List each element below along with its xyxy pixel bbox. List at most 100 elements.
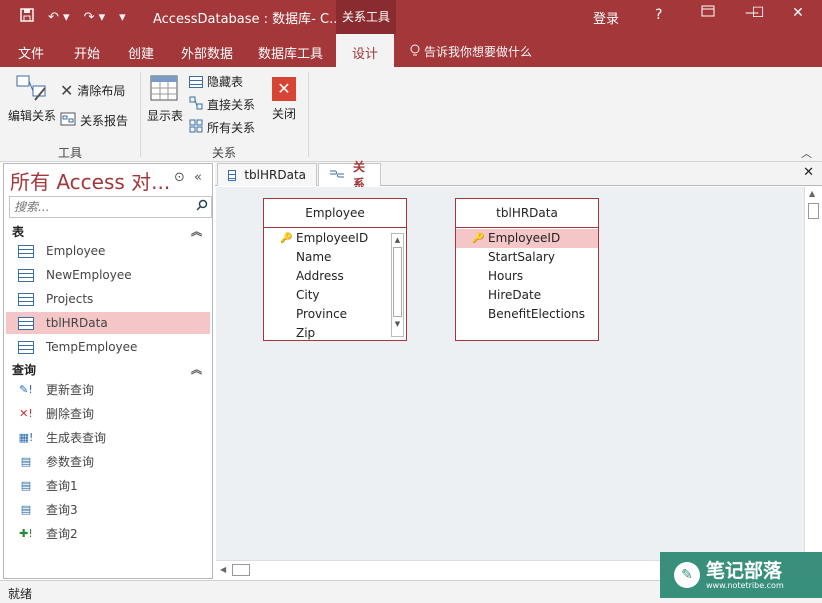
queries-section-header[interactable]: 查询 ︽ bbox=[12, 361, 208, 378]
nav-item-tempemployee[interactable]: TempEmployee bbox=[6, 336, 210, 358]
nav-item-query1[interactable]: ▤ 查询1 bbox=[6, 474, 210, 496]
field-row[interactable]: Name bbox=[264, 248, 406, 267]
field-row[interactable]: City bbox=[264, 286, 406, 305]
field-row[interactable]: Zip bbox=[264, 324, 406, 343]
doc-tab-tblhrdata[interactable]: tblHRData bbox=[217, 163, 317, 186]
nav-item-label: 查询3 bbox=[46, 502, 78, 517]
queries-header-label: 查询 bbox=[12, 363, 37, 377]
field-list-employee[interactable]: Employee 🔑 EmployeeID Name Address City P… bbox=[263, 198, 407, 341]
tell-me-search[interactable]: 告诉我你想要做什么 bbox=[410, 43, 532, 60]
field-name: City bbox=[296, 288, 320, 302]
field-row[interactable]: Province bbox=[264, 305, 406, 324]
nav-item-update-query[interactable]: ✎! 更新查询 bbox=[6, 378, 210, 400]
login-link[interactable]: 登录 bbox=[593, 8, 619, 27]
field-row[interactable]: Hours bbox=[456, 267, 598, 286]
scroll-thumb[interactable] bbox=[232, 564, 250, 576]
hide-table-button[interactable]: 隐藏表 bbox=[189, 73, 243, 90]
field-row[interactable]: 🔑 EmployeeID bbox=[264, 229, 406, 248]
ribbon-tabs: 文件 开始 创建 外部数据 数据库工具 设计 告诉我你想要做什么 bbox=[0, 34, 822, 67]
field-name: Name bbox=[296, 250, 332, 264]
close-relationships-button[interactable]: ✕ 关闭 bbox=[268, 77, 300, 122]
nav-item-projects[interactable]: Projects bbox=[6, 288, 210, 310]
key-icon: 🔑 bbox=[472, 233, 485, 244]
tab-home[interactable]: 开始 bbox=[74, 43, 100, 62]
tab-external-data[interactable]: 外部数据 bbox=[181, 43, 233, 62]
field-list-title[interactable]: Employee bbox=[264, 199, 406, 228]
undo-icon[interactable]: ↶ ▾ bbox=[48, 10, 70, 25]
doc-tab-relationships[interactable]: 关系 bbox=[318, 160, 381, 191]
nav-item-parameter-query[interactable]: ▤ 参数查询 bbox=[6, 450, 210, 472]
canvas-vertical-scrollbar[interactable]: ▲ bbox=[804, 187, 821, 560]
field-row[interactable]: 🔑 EmployeeID bbox=[456, 229, 598, 248]
nav-item-employee[interactable]: Employee bbox=[6, 240, 210, 262]
ribbon-display-icon[interactable] bbox=[698, 5, 718, 21]
nav-item-newemployee[interactable]: NewEmployee bbox=[6, 264, 210, 286]
customize-qat-icon[interactable]: ▾ bbox=[119, 10, 126, 25]
help-icon[interactable]: ? bbox=[655, 7, 662, 23]
scroll-thumb[interactable] bbox=[393, 247, 402, 317]
select-query-icon: ▤ bbox=[20, 478, 32, 492]
scroll-thumb[interactable] bbox=[808, 203, 819, 219]
field-row[interactable]: HireDate bbox=[456, 286, 598, 305]
select-query-icon: ▤ bbox=[20, 502, 32, 516]
nav-item-label: TempEmployee bbox=[46, 340, 138, 354]
nav-dropdown-icon[interactable]: ⊙ bbox=[174, 170, 185, 185]
nav-search-input[interactable] bbox=[10, 197, 190, 217]
close-document-icon[interactable]: ✕ bbox=[803, 165, 814, 180]
group-label-tools: 工具 bbox=[58, 146, 83, 160]
show-table-button[interactable]: 显示表 bbox=[145, 74, 185, 124]
scroll-up-icon[interactable]: ▲ bbox=[392, 234, 403, 246]
tables-section-header[interactable]: 表 ︽ bbox=[12, 223, 208, 240]
nav-item-label: 生成表查询 bbox=[46, 430, 107, 445]
relationships-canvas[interactable]: Employee 🔑 EmployeeID Name Address City P… bbox=[216, 187, 804, 560]
nav-item-label: 删除查询 bbox=[46, 406, 95, 421]
append-query-icon: ✚! bbox=[19, 526, 33, 540]
close-red-icon: ✕ bbox=[272, 77, 296, 101]
make-table-query-icon: ▦! bbox=[18, 430, 34, 444]
nav-item-tblhrdata[interactable]: tblHRData bbox=[6, 312, 210, 334]
field-row[interactable]: StartSalary bbox=[456, 248, 598, 267]
tab-file[interactable]: 文件 bbox=[18, 43, 44, 62]
field-name: Hours bbox=[488, 269, 524, 283]
tab-create[interactable]: 创建 bbox=[128, 43, 154, 62]
clear-layout-button[interactable]: ✕ 清除布局 bbox=[60, 81, 125, 100]
tab-design[interactable]: 设计 bbox=[336, 34, 395, 67]
field-list-title[interactable]: tblHRData bbox=[456, 199, 598, 228]
search-icon[interactable] bbox=[196, 199, 208, 214]
all-relationships-button[interactable]: 所有关系 bbox=[189, 119, 255, 136]
direct-relationships-button[interactable]: 直接关系 bbox=[189, 96, 255, 113]
field-list-scrollbar[interactable]: ▲ ▼ bbox=[391, 233, 404, 337]
close-window-button[interactable]: ✕ bbox=[788, 5, 808, 21]
redo-icon[interactable]: ↷ ▾ bbox=[84, 10, 106, 25]
all-relationships-label: 所有关系 bbox=[207, 121, 256, 135]
field-name: Province bbox=[296, 307, 348, 321]
table-icon bbox=[18, 268, 34, 282]
collapse-ribbon-icon[interactable]: ︿ bbox=[801, 145, 812, 161]
edit-relationships-label: 编辑关系 bbox=[7, 109, 56, 123]
relationship-report-button[interactable]: 关系报告 bbox=[60, 112, 128, 129]
scroll-left-icon[interactable]: ◀ bbox=[220, 565, 226, 574]
nav-item-query2[interactable]: ✚! 查询2 bbox=[6, 522, 210, 544]
field-list-tblhrdata[interactable]: tblHRData 🔑 EmployeeID StartSalary Hours … bbox=[455, 198, 599, 341]
report-icon bbox=[60, 112, 76, 129]
scroll-down-icon[interactable]: ▼ bbox=[392, 318, 403, 330]
save-icon[interactable] bbox=[20, 8, 34, 26]
nav-pane-title[interactable]: 所有 Access 对... bbox=[10, 166, 170, 195]
field-row[interactable]: BenefitElections bbox=[456, 305, 598, 324]
field-name: HireDate bbox=[488, 288, 542, 302]
doc-tab-label: tblHRData bbox=[244, 168, 306, 182]
edit-relationships-button[interactable]: 编辑关系 bbox=[6, 74, 58, 124]
table-icon bbox=[18, 316, 34, 330]
nav-item-make-table-query[interactable]: ▦! 生成表查询 bbox=[6, 426, 210, 448]
tab-database-tools[interactable]: 数据库工具 bbox=[258, 43, 323, 62]
update-query-icon: ✎! bbox=[19, 382, 33, 396]
table-icon bbox=[18, 244, 34, 258]
field-row[interactable]: Address bbox=[264, 267, 406, 286]
nav-item-label: Employee bbox=[46, 244, 106, 258]
collapse-pane-icon[interactable]: « bbox=[194, 170, 202, 185]
nav-item-query3[interactable]: ▤ 查询3 bbox=[6, 498, 210, 520]
restore-button[interactable]: ☐ bbox=[748, 5, 768, 21]
scroll-up-icon[interactable]: ▲ bbox=[809, 189, 815, 198]
close-label: 关闭 bbox=[271, 107, 296, 121]
nav-item-delete-query[interactable]: ✕! 删除查询 bbox=[6, 402, 210, 424]
